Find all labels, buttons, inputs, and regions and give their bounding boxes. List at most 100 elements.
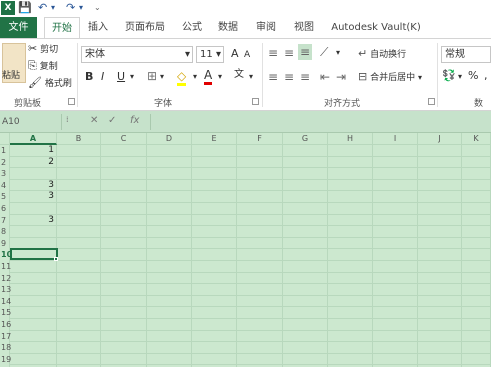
font-launcher-icon[interactable] [252, 98, 259, 105]
customize-toolbar-icon[interactable]: ⌄ [94, 1, 101, 15]
row-header-11[interactable]: 11 [0, 261, 11, 272]
row-header-1[interactable]: 1 [0, 145, 10, 156]
tab-data[interactable]: 数据 [214, 17, 242, 38]
number-format-select[interactable]: 常规 [441, 46, 491, 63]
underline-dropdown-icon[interactable]: ▾ [130, 70, 134, 84]
row-header-16[interactable]: 16 [0, 319, 11, 330]
row-header-5[interactable]: 5 [0, 191, 10, 202]
fill-color-icon[interactable]: ◇ [177, 69, 187, 86]
copy-button[interactable]: ⎘ 复制 [28, 59, 58, 74]
cancel-icon[interactable]: ✕ [90, 115, 98, 126]
fill-dropdown-icon[interactable]: ▾ [193, 70, 197, 84]
redo-dropdown-icon[interactable]: ▾ [79, 1, 83, 15]
row-header-19[interactable]: 19 [0, 354, 11, 365]
border-icon[interactable]: ⊞ [147, 69, 157, 83]
row-header-17[interactable]: 17 [0, 331, 11, 342]
border-dropdown-icon[interactable]: ▾ [160, 70, 164, 84]
tab-formulas[interactable]: 公式 [178, 17, 206, 38]
fill-handle[interactable] [54, 257, 58, 261]
underline-button[interactable]: U [117, 70, 125, 84]
row-header-18[interactable]: 18 [0, 342, 11, 353]
name-box[interactable]: A10 [0, 114, 62, 130]
grow-font-button[interactable]: A [231, 47, 239, 61]
align-top-icon[interactable]: ≡ [268, 46, 278, 60]
font-name-select[interactable]: 宋体 ▾ [81, 46, 193, 63]
column-header-f[interactable]: F [237, 133, 283, 145]
undo-icon[interactable]: ↶ [38, 1, 47, 15]
currency-dropdown-icon[interactable]: ▾ [458, 70, 462, 84]
row-header-15[interactable]: 15 [0, 307, 11, 318]
tab-file[interactable]: 文件 [0, 17, 37, 38]
tab-home[interactable]: 开始 [44, 17, 80, 39]
row-header-3[interactable]: 3 [0, 168, 10, 179]
merge-center-button[interactable]: ⊟ 合并后居中 ▾ [358, 70, 422, 85]
tab-page-layout[interactable]: 页面布局 [120, 17, 170, 38]
select-all-corner[interactable] [0, 133, 10, 145]
column-header-d[interactable]: D [147, 133, 192, 145]
row-header-8[interactable]: 8 [0, 226, 10, 237]
tab-autodesk-vault[interactable]: Autodesk Vault(K) [328, 17, 424, 38]
align-left-icon[interactable]: ≡ [268, 70, 278, 84]
increase-indent-icon[interactable]: ⇥ [336, 70, 346, 84]
font-color-button[interactable]: A [204, 68, 213, 85]
row-header-9[interactable]: 9 [0, 238, 10, 249]
cell-a1[interactable]: 1 [10, 145, 56, 156]
align-center-icon[interactable]: ≡ [284, 70, 294, 84]
cell-a5[interactable]: 3 [10, 191, 56, 202]
italic-button[interactable]: I [101, 70, 104, 84]
column-header-h[interactable]: H [328, 133, 373, 145]
phonetic-dropdown-icon[interactable]: ▾ [249, 70, 253, 84]
row-header-10[interactable]: 10 [0, 249, 12, 260]
paste-button[interactable]: 粘贴 [2, 69, 20, 83]
row-header-13[interactable]: 13 [0, 284, 11, 295]
align-right-icon[interactable]: ≡ [300, 70, 310, 84]
column-header-k[interactable]: K [462, 133, 491, 145]
font-color-dropdown-icon[interactable]: ▾ [218, 70, 222, 84]
format-painter-button[interactable]: 🖌 格式刷 [28, 76, 72, 91]
insert-function-button[interactable]: fx [130, 115, 139, 126]
row-header-12[interactable]: 12 [0, 273, 11, 284]
decrease-indent-icon[interactable]: ⇤ [320, 70, 330, 84]
undo-dropdown-icon[interactable]: ▾ [51, 1, 55, 15]
enter-icon[interactable]: ✓ [108, 115, 116, 126]
row-header-14[interactable]: 14 [0, 296, 11, 307]
align-bottom-icon[interactable]: ≡ [298, 44, 313, 60]
row-header-2[interactable]: 2 [0, 157, 10, 168]
column-header-a[interactable]: A [10, 133, 57, 145]
formula-input[interactable] [150, 114, 491, 130]
phonetic-button[interactable]: 文 [234, 68, 244, 82]
save-icon[interactable]: 💾 [18, 1, 32, 15]
column-header-g[interactable]: G [283, 133, 328, 145]
clipboard-launcher-icon[interactable] [68, 98, 75, 105]
wrap-text-button[interactable]: ↵ 自动换行 [358, 47, 406, 62]
row-header-6[interactable]: 6 [0, 203, 10, 214]
active-cell-selection[interactable] [10, 248, 58, 261]
tab-review[interactable]: 审阅 [252, 17, 280, 38]
cell-a2[interactable]: 2 [10, 157, 56, 168]
column-header-e[interactable]: E [192, 133, 237, 145]
shrink-font-button[interactable]: A [244, 48, 250, 62]
column-header-j[interactable]: J [418, 133, 462, 145]
row-header-7[interactable]: 7 [0, 215, 10, 226]
alignment-launcher-icon[interactable] [428, 98, 435, 105]
row-header-4[interactable]: 4 [0, 180, 10, 191]
name-box-dropdown-icon[interactable]: ⁞ [66, 115, 69, 124]
spreadsheet-grid[interactable]: ABCDEFGHIJK 1 2 3 4 5 6 7 8 9 10 11 12 13 14 15 16 17 18 1… [0, 133, 491, 367]
column-header-b[interactable]: B [57, 133, 101, 145]
redo-icon[interactable]: ↷ [66, 1, 75, 15]
column-header-i[interactable]: I [373, 133, 418, 145]
cell-a4[interactable]: 3 [10, 180, 56, 191]
orientation-icon[interactable]: ⟋ [320, 45, 328, 59]
comma-style-icon[interactable]: , [484, 69, 488, 83]
column-header-c[interactable]: C [101, 133, 147, 145]
cut-button[interactable]: ✂ 剪切 [28, 42, 58, 57]
bold-button[interactable]: B [85, 70, 93, 84]
font-size-select[interactable]: 11 ▾ [196, 46, 224, 63]
percent-button[interactable]: % [468, 69, 478, 83]
tab-view[interactable]: 视图 [290, 17, 318, 38]
orientation-dropdown-icon[interactable]: ▾ [336, 46, 340, 60]
align-middle-icon[interactable]: ≡ [284, 46, 294, 60]
tab-insert[interactable]: 插入 [84, 17, 112, 38]
currency-icon[interactable]: 💱 [442, 69, 456, 83]
cell-a7[interactable]: 3 [10, 215, 56, 226]
